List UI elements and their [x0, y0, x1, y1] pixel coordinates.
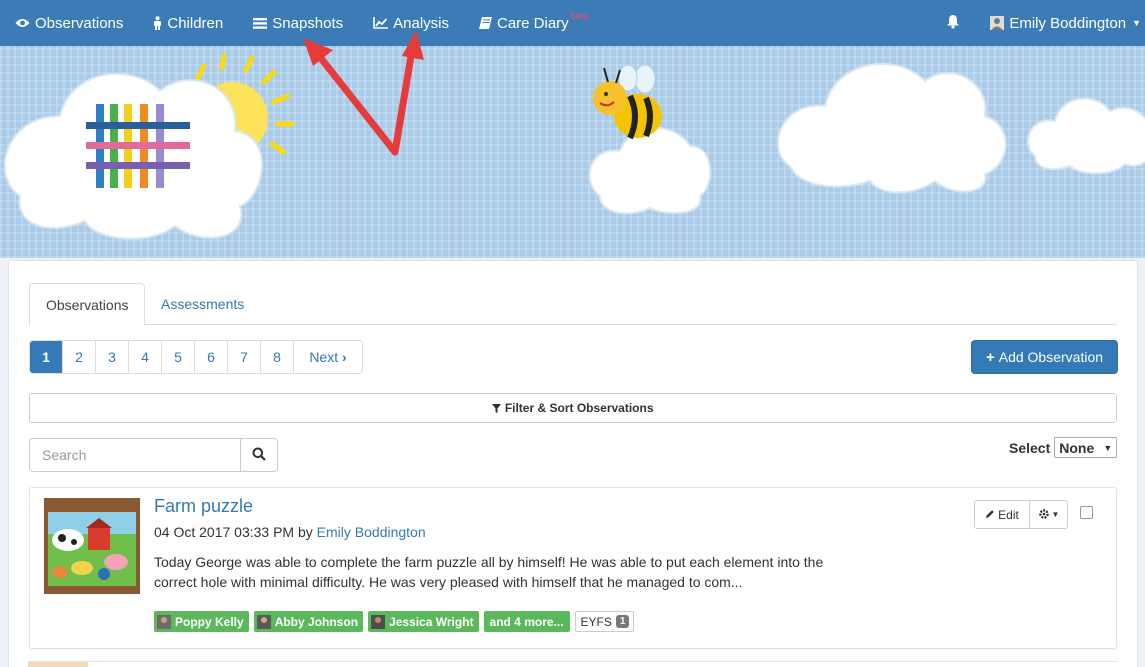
child-tag[interactable]: Poppy Kelly [154, 611, 249, 632]
observation-tags: Poppy Kelly Abby Johnson Jessica Wright … [154, 611, 639, 632]
avatar [371, 614, 386, 629]
user-name: Emily Boddington [1009, 14, 1127, 32]
page-8[interactable]: 8 [261, 341, 294, 373]
card-actions: Edit ▼ [974, 500, 1068, 529]
page-2[interactable]: 2 [63, 341, 96, 373]
nav-observations[interactable]: Observations [0, 0, 138, 46]
page-7[interactable]: 7 [228, 341, 261, 373]
child-tag-label: Poppy Kelly [175, 614, 244, 629]
page-6[interactable]: 6 [195, 341, 228, 373]
select-label: Select [1009, 439, 1051, 456]
user-menu[interactable]: Emily Boddington ▼ [975, 0, 1145, 46]
avatar [256, 614, 271, 629]
child-icon [153, 16, 162, 30]
page-5[interactable]: 5 [162, 341, 195, 373]
observation-card: Farm puzzle 04 Oct 2017 03:33 PM by Emil… [29, 487, 1117, 649]
settings-dropdown-button[interactable]: ▼ [1030, 501, 1067, 528]
tab-assessments[interactable]: Assessments [145, 283, 260, 325]
search-group [29, 438, 278, 472]
chevron-down-icon: ▼ [1132, 18, 1141, 28]
top-navbar: Observations Children Snapshots Analysis… [0, 0, 1145, 46]
search-icon [252, 447, 266, 464]
observation-author[interactable]: Emily Boddington [317, 524, 426, 540]
nav-care-diary-label: Care Diary [497, 14, 569, 32]
pagination: 1 2 3 4 5 6 7 8 Next › [29, 340, 363, 374]
cloud-right-small [1026, 97, 1145, 175]
next-card-thumbnail [28, 662, 88, 667]
select-dropdown[interactable]: None ▼ [1054, 437, 1118, 458]
nav-children[interactable]: Children [138, 0, 238, 46]
nav-analysis[interactable]: Analysis [358, 0, 464, 46]
framework-tag[interactable]: EYFS 1 [574, 611, 635, 632]
search-input[interactable] [29, 438, 240, 472]
nav-analysis-label: Analysis [393, 14, 449, 32]
child-tag[interactable]: Abby Johnson [253, 611, 364, 632]
filter-sort-label: Filter & Sort Observations [504, 401, 654, 415]
chevron-down-icon: ▼ [1051, 510, 1060, 519]
edit-label: Edit [998, 507, 1019, 522]
avatar [990, 16, 1005, 30]
child-tag-label: Abby Johnson [274, 614, 359, 629]
beta-badge: beta [570, 11, 589, 21]
child-tag-label: Jessica Wright [389, 614, 474, 629]
select-checkbox[interactable] [1080, 506, 1093, 519]
nav-care-diary[interactable]: Care Diary beta [464, 0, 603, 46]
select-value: None [1059, 439, 1095, 456]
filter-sort-button[interactable]: Filter & Sort Observations [29, 393, 1117, 423]
next-observation-card [28, 661, 1118, 667]
next-page-button[interactable]: Next › [294, 341, 362, 373]
gear-icon [1038, 508, 1050, 522]
add-observation-label: Add Observation [998, 349, 1104, 365]
chevron-right-icon: › [342, 349, 347, 365]
filter-icon [492, 401, 504, 415]
book-icon [479, 17, 492, 29]
plus-icon: + [985, 348, 995, 366]
list-icon [253, 17, 268, 29]
observation-thumbnail[interactable] [44, 498, 140, 594]
cloud-center [588, 126, 712, 215]
observation-title[interactable]: Farm puzzle [154, 496, 253, 517]
add-observation-button[interactable]: + Add Observation [971, 340, 1118, 374]
observation-date: 04 Oct 2017 03:33 PM [154, 524, 295, 540]
nav-observations-label: Observations [35, 14, 124, 32]
child-tag[interactable]: Jessica Wright [368, 611, 479, 632]
framework-count-badge: 1 [615, 615, 630, 628]
next-label: Next [309, 349, 339, 365]
line-chart-icon [373, 17, 389, 29]
page-1[interactable]: 1 [30, 341, 63, 373]
page-3[interactable]: 3 [96, 341, 129, 373]
edit-button[interactable]: Edit [975, 501, 1030, 528]
search-button[interactable] [240, 438, 278, 472]
observation-by: by [297, 524, 313, 540]
cloud-left [3, 72, 263, 240]
notifications-button[interactable] [931, 0, 975, 46]
bell-icon [946, 14, 960, 33]
bee-illustration [593, 64, 662, 140]
avatar [157, 614, 171, 629]
nav-snapshots-label: Snapshots [272, 14, 344, 32]
main-panel: Observations Assessments 1 2 3 4 5 6 7 8… [8, 260, 1138, 667]
observation-meta: 04 Oct 2017 03:33 PM by Emily Boddington [154, 524, 426, 540]
more-children-tag[interactable]: and 4 more... [483, 611, 570, 632]
nav-children-label: Children [167, 14, 224, 32]
chevron-down-icon: ▼ [1103, 442, 1113, 453]
framework-label: EYFS [580, 614, 612, 629]
tabs-bar: Observations Assessments [29, 283, 1117, 326]
nav-right: Emily Boddington ▼ [931, 0, 1145, 46]
observation-text: Today George was able to complete the fa… [154, 554, 824, 590]
tab-observations[interactable]: Observations [29, 283, 146, 326]
select-group: Select None ▼ [1009, 437, 1118, 458]
pencil-icon [985, 508, 995, 522]
page-4[interactable]: 4 [129, 341, 162, 373]
header-banner [0, 46, 1145, 258]
nav-snapshots[interactable]: Snapshots [238, 0, 358, 46]
cloud-right-large [776, 62, 1007, 194]
eye-icon [15, 18, 30, 28]
